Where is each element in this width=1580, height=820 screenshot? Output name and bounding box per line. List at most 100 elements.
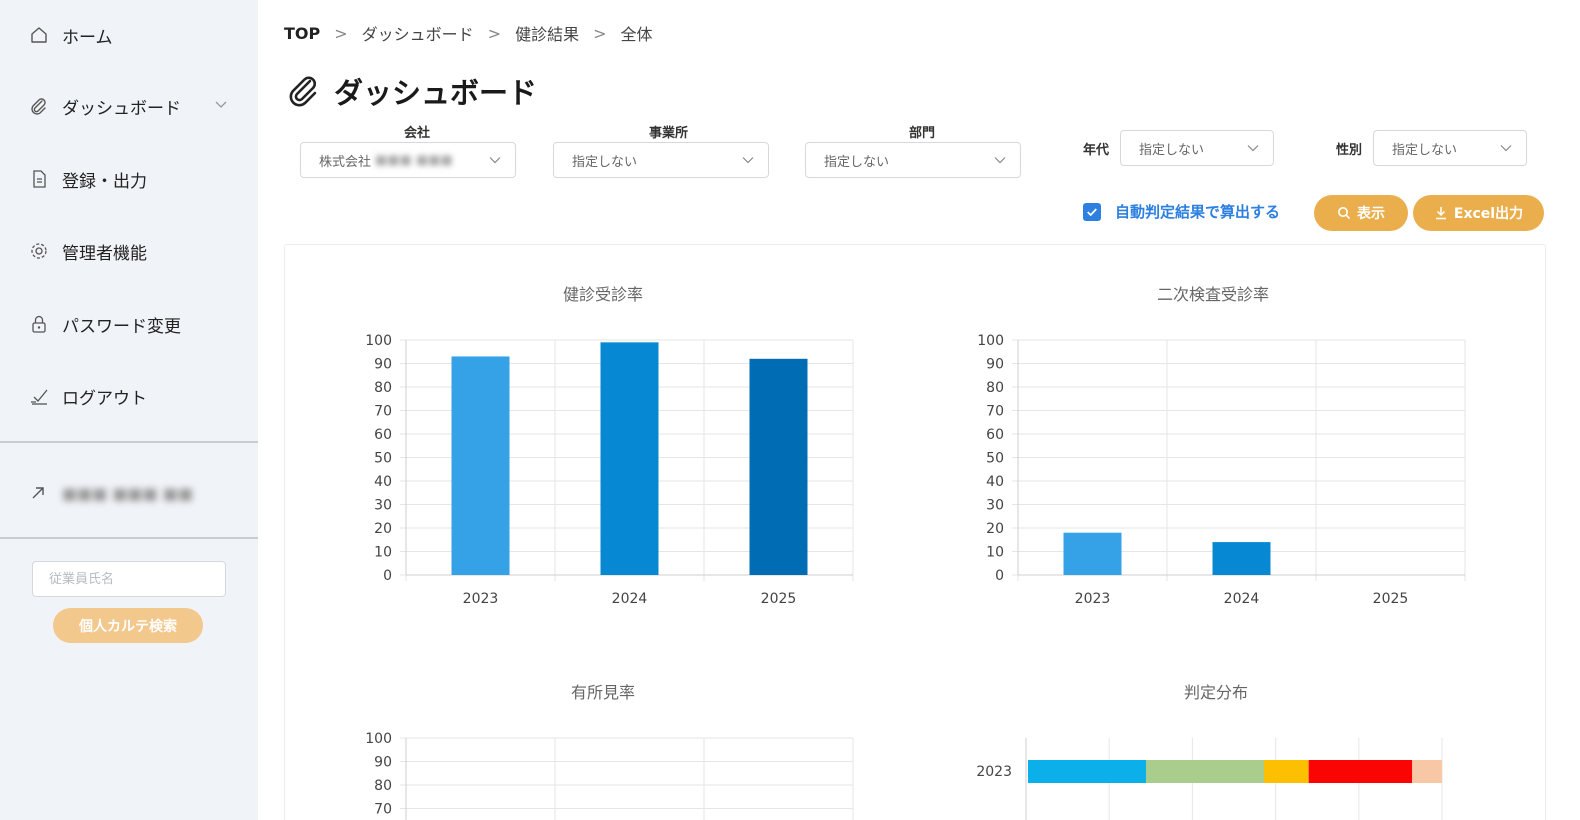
page-title: ダッシュボード [286,70,537,112]
sidebar-item-admin[interactable]: 管理者機能 [28,236,147,266]
breadcrumb-separator: > [593,23,607,43]
display-button-label: 表示 [1357,206,1385,222]
company-select[interactable]: 株式会社 ■■■ ■■■ [300,142,516,178]
y-tick-label: 80 [374,778,392,794]
chart-findings-rate: 100 90 80 70 [365,731,854,820]
x-tick-label: 2024 [1224,591,1260,607]
auto-judgement-checkbox[interactable]: 自動判定結果で算出する [1083,201,1280,222]
checkbox-checked-icon [1083,202,1101,221]
chevron-down-icon [742,157,754,164]
stacked-segment-1 [1145,760,1264,783]
y-tick-label: 60 [374,427,392,443]
paperclip-icon [28,95,50,117]
logout-icon [28,385,50,407]
age-label: 年代 [1083,143,1110,158]
y-tick-label: 80 [374,380,392,396]
chart-secondary-exam-rate: 10090807060504030201002023 2024 2025 [977,333,1466,607]
breadcrumb: TOP > ダッシュボード > 健診結果 > 全体 [284,21,653,45]
breadcrumb-item-results[interactable]: 健診結果 [515,21,579,45]
office-select-value: 指定しない [572,154,638,170]
sidebar-item-label: 登録・出力 [62,171,147,192]
y-tick-label: 20 [986,521,1004,537]
department-label: 部門 [909,126,936,141]
gender-select-value: 指定しない [1392,142,1458,158]
stacked-segment-2 [1263,760,1309,783]
download-icon [1435,207,1446,220]
age-select[interactable]: 指定しない [1120,130,1274,166]
company-label: 会社 [404,126,431,141]
bar-2024 [1212,542,1271,575]
x-tick-label: 2024 [612,591,648,607]
bar-2023 [1063,532,1122,575]
bar-2025 [749,358,808,575]
y-tick-label: 0 [995,568,1004,584]
chevron-down-icon [1247,145,1259,152]
display-button[interactable]: 表示 [1314,195,1408,231]
sidebar-item-label: パスワード変更 [62,316,181,337]
y-tick-label: 100 [365,333,392,349]
sidebar-item-password[interactable]: パスワード変更 [28,309,181,339]
y-tick-label: 90 [374,357,392,373]
y-tick-label: 60 [986,427,1004,443]
y-tick-label: 50 [374,451,392,467]
karte-search-button[interactable]: 個人カルテ検索 [53,608,203,643]
y-tick-label: 70 [374,404,392,420]
office-select[interactable]: 指定しない [553,142,769,178]
chevron-down-icon [994,157,1006,164]
y-tick-label: 30 [986,498,1004,514]
stacked-segment-3 [1308,760,1413,783]
stacked-segment-4 [1412,760,1442,783]
y-tick-label: 20 [374,521,392,537]
breadcrumb-item-dashboard[interactable]: ダッシュボード [362,21,474,45]
y-tick-label: 100 [365,731,392,747]
department-select-value: 指定しない [824,154,890,170]
gender-select[interactable]: 指定しない [1373,130,1527,166]
y-tick-label: 10 [986,545,1004,561]
breadcrumb-item-top[interactable]: TOP [284,24,320,43]
chart-title-findings-rate: 有所見率 [571,683,636,702]
bar-2024 [600,342,659,575]
office-label: 事業所 [649,126,689,141]
age-select-value: 指定しない [1139,142,1205,158]
gear-icon [28,240,50,262]
sidebar-item-dashboard[interactable]: ダッシュボード [28,91,181,121]
y-tick-label: 90 [986,357,1004,373]
bar-2023 [451,356,510,575]
department-select[interactable]: 指定しない [805,142,1021,178]
y-tick-label: 50 [986,451,1004,467]
external-arrow-icon [32,487,44,499]
company-select-blurred: ■■■ ■■■ [375,152,453,168]
sidebar-external-link[interactable]: ■■■ ■■■ ■■ [28,478,193,508]
company-select-value: 株式会社 [319,154,372,170]
sidebar-divider [0,441,258,443]
gender-label: 性別 [1336,143,1363,158]
sidebar: ホーム ダッシュボード 登録・出力 管理者機能 パスワード変更 ログアウト ■■… [0,0,258,820]
chart-exam-rate: 10090807060504030201002023 2024 2025 [365,333,854,607]
y-tick-label: 70 [986,404,1004,420]
chevron-down-icon[interactable] [214,98,228,112]
y-tick-label: 2023 [976,764,1012,780]
y-tick-label: 80 [986,380,1004,396]
lock-icon [28,313,50,335]
sidebar-item-home[interactable]: ホーム [28,20,113,50]
sidebar-item-label: ダッシュボード [62,98,181,119]
y-tick-label: 90 [374,755,392,771]
y-tick-label: 100 [977,333,1004,349]
y-tick-label: 70 [374,802,392,818]
chart-title-secondary-exam-rate: 二次検査受診率 [1157,285,1270,304]
sidebar-item-register-export[interactable]: 登録・出力 [28,164,147,194]
x-tick-label: 2023 [1075,591,1111,607]
sidebar-item-label: 管理者機能 [62,243,147,264]
chevron-down-icon [489,157,501,164]
paperclip-icon [289,76,317,107]
chevron-down-icon [1500,145,1512,152]
breadcrumb-item-all: 全体 [620,25,653,44]
chart-judgement-distribution: 2023 [976,738,1443,820]
y-tick-label: 30 [374,498,392,514]
employee-name-input[interactable] [32,561,226,597]
excel-export-button[interactable]: Excel出力 [1413,195,1544,231]
chart-title-judgement-distribution: 判定分布 [1184,683,1249,702]
sidebar-divider [0,537,258,539]
sidebar-item-label: ログアウト [62,388,147,409]
sidebar-item-logout[interactable]: ログアウト [28,381,147,411]
